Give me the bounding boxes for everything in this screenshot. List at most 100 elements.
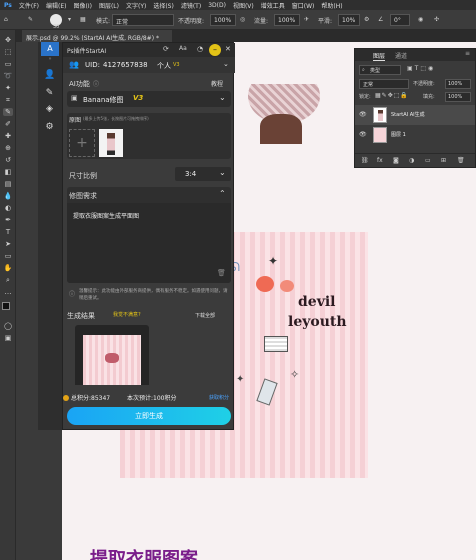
ai-person-icon[interactable]: 👤	[44, 70, 55, 81]
tutorial-link[interactable]: 教程	[211, 79, 223, 88]
brush-panel-icon[interactable]: ▦	[80, 16, 86, 23]
menu-image[interactable]: 图像(I)	[74, 1, 92, 10]
font-size-icon[interactable]: Aa	[179, 45, 187, 52]
menu-type[interactable]: 文字(Y)	[126, 1, 146, 10]
ps-logo-icon[interactable]: Ps	[4, 2, 12, 9]
pressure-size-icon[interactable]: ◉	[418, 16, 423, 23]
dock-expand-icon[interactable]: »	[41, 56, 59, 66]
menu-file[interactable]: 文件(F)	[19, 1, 39, 10]
opacity-input[interactable]: 100%	[210, 14, 236, 26]
layer-opacity-value[interactable]: 100%	[445, 79, 471, 89]
layers-icon[interactable]: ◈	[44, 104, 55, 115]
artboard-tool-icon[interactable]: ⬚	[3, 48, 13, 56]
generate-button[interactable]: 立即生成	[67, 407, 231, 425]
layer-row[interactable]: 👁 图层 1	[355, 125, 475, 145]
refresh-icon[interactable]: ⟳	[163, 45, 169, 53]
result-item[interactable]	[75, 325, 149, 385]
zoom-tool-icon[interactable]: ⌕	[3, 276, 13, 284]
add-image-button[interactable]: +	[69, 129, 95, 157]
result-thumbnail[interactable]	[83, 335, 141, 385]
brush-options-icon[interactable]: ▾	[68, 16, 71, 23]
brush-tool-icon[interactable]: ✎	[28, 16, 33, 23]
ai-function-info-icon[interactable]: ⓘ	[93, 79, 99, 88]
airbrush-icon[interactable]: ✈	[304, 16, 309, 23]
smoothing-input[interactable]: 10%	[338, 14, 360, 26]
size-select[interactable]: 3:4 ⌄	[175, 167, 231, 181]
pen-tool-icon[interactable]: ✒	[3, 216, 13, 224]
clear-prompt-icon[interactable]: 🗑	[217, 269, 226, 277]
get-points-link[interactable]: 获取积分	[209, 394, 229, 401]
layer-row[interactable]: 👁 StartAI AI生成	[355, 105, 475, 125]
layer-style-icon[interactable]: fx	[377, 157, 383, 164]
shape-tool-icon[interactable]: ▭	[3, 252, 13, 260]
dissatisfied-link[interactable]: 我觉不满意?	[113, 311, 141, 318]
menu-help[interactable]: 帮助(H)	[321, 1, 342, 10]
eraser-tool-icon[interactable]: ◧	[3, 168, 13, 176]
menu-plugins[interactable]: 增效工具	[261, 1, 285, 10]
download-all-button[interactable]: 下载全部	[195, 312, 215, 319]
menu-select[interactable]: 选择(S)	[153, 1, 174, 10]
prompt-collapse-icon[interactable]: ⌃	[219, 189, 226, 198]
lock-icons[interactable]: ▦✎✥⬚🔒	[375, 92, 409, 99]
symmetry-icon[interactable]: ✣	[434, 16, 439, 23]
user-menu-chevron-icon[interactable]: ⌄	[223, 60, 229, 68]
menu-view[interactable]: 视图(V)	[233, 1, 254, 10]
layer-filter-icons[interactable]: ▣T⬚◉	[407, 65, 435, 72]
tab-channels[interactable]: 通道	[395, 51, 407, 60]
lasso-tool-icon[interactable]: ➰	[3, 72, 13, 80]
document-tab[interactable]: 展示.psd @ 99.2% (StartAI AI生成, RGB/8#) *	[22, 30, 172, 42]
dodge-tool-icon[interactable]: ◐	[3, 204, 13, 212]
menu-3d[interactable]: 3D(D)	[208, 2, 226, 9]
link-layers-icon[interactable]: ⛓	[361, 157, 369, 164]
pressure-opacity-icon[interactable]: ◎	[240, 16, 245, 23]
history-icon[interactable]: ◔	[197, 45, 203, 53]
angle-input[interactable]: 0°	[390, 14, 410, 26]
startai-logo-icon[interactable]: A	[41, 42, 59, 56]
flow-input[interactable]: 100%	[274, 14, 300, 26]
path-select-tool-icon[interactable]: ➤	[3, 240, 13, 248]
gradient-tool-icon[interactable]: ▤	[3, 180, 13, 188]
hand-tool-icon[interactable]: ✋	[3, 264, 13, 272]
eyedropper-tool-icon[interactable]: ✐	[3, 120, 13, 128]
clone-stamp-tool-icon[interactable]: ⊕	[3, 144, 13, 152]
blend-mode-select[interactable]: 正常	[359, 79, 409, 89]
layer-visibility-eye-icon[interactable]: 👁	[359, 131, 367, 138]
menu-edit[interactable]: 编辑(E)	[46, 1, 66, 10]
settings-icon[interactable]: ⚙	[44, 122, 55, 133]
source-image-thumbnail[interactable]	[99, 129, 123, 157]
healing-tool-icon[interactable]: ✚	[3, 132, 13, 140]
layer-visibility-eye-icon[interactable]: 👁	[359, 111, 367, 118]
new-layer-icon[interactable]: ⊞	[441, 157, 446, 164]
model-select[interactable]: ▣ Banana修图 V3 ⌄	[67, 91, 231, 107]
delete-layer-icon[interactable]: 🗑	[457, 157, 465, 164]
crop-tool-icon[interactable]: ⌗	[3, 96, 13, 104]
quick-select-tool-icon[interactable]: ✦	[3, 84, 13, 92]
tab-layers[interactable]: 图层	[373, 51, 386, 61]
fill-value[interactable]: 100%	[445, 92, 471, 102]
screen-mode-icon[interactable]: ▣	[3, 334, 13, 342]
add-mask-icon[interactable]: ◙	[393, 157, 399, 164]
adjustment-layer-icon[interactable]: ◑	[409, 157, 414, 164]
more-tools-icon[interactable]: …	[3, 288, 13, 296]
home-icon[interactable]: ⌂	[4, 16, 8, 23]
brush-tool-active-icon[interactable]: ✎	[3, 108, 13, 116]
marquee-tool-icon[interactable]: ▭	[3, 60, 13, 68]
menu-filter[interactable]: 滤镜(T)	[181, 1, 201, 10]
foreground-color-swatch[interactable]	[2, 302, 10, 310]
menu-layer[interactable]: 图层(L)	[99, 1, 119, 10]
close-icon[interactable]: ✕	[225, 45, 231, 53]
minimize-icon[interactable]: –	[209, 44, 221, 56]
pen-icon[interactable]: ✎	[44, 88, 55, 99]
panel-menu-icon[interactable]: ≡	[465, 50, 470, 57]
blur-tool-icon[interactable]: 💧	[3, 192, 13, 200]
type-tool-icon[interactable]: T	[3, 228, 13, 236]
new-group-icon[interactable]: ▭	[425, 157, 431, 164]
angle-icon[interactable]: ∠	[378, 16, 383, 23]
layer-kind-filter[interactable]: ⌕ 类型	[359, 65, 401, 75]
prompt-textarea[interactable]: 提取衣服图案生成平面图 🗑	[67, 203, 231, 283]
move-tool-icon[interactable]: ✥	[3, 36, 13, 44]
smoothing-options-icon[interactable]: ⚙	[364, 16, 369, 23]
menu-window[interactable]: 窗口(W)	[292, 1, 315, 10]
history-brush-tool-icon[interactable]: ↺	[3, 156, 13, 164]
quick-mask-icon[interactable]: ◯	[3, 322, 13, 330]
